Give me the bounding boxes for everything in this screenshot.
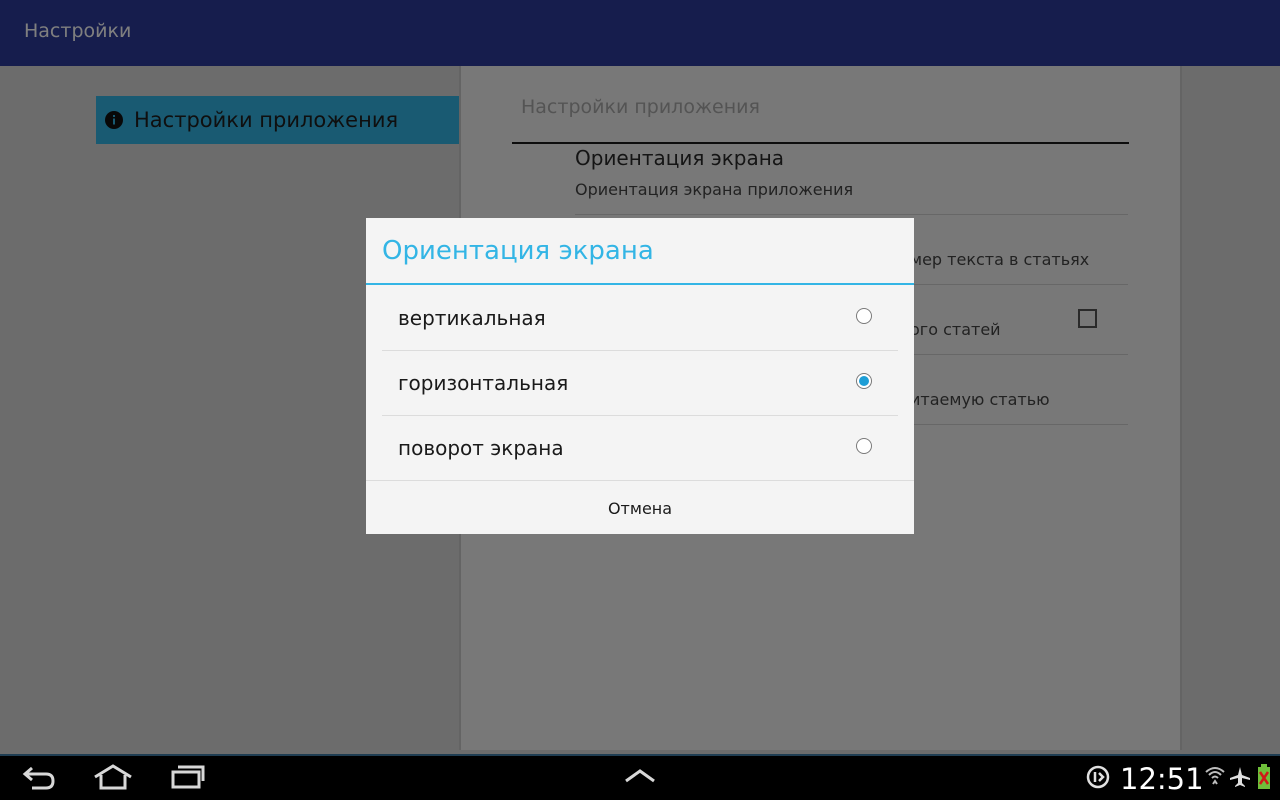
orientation-dialog: Ориентация экрана вертикальная горизонта… [366, 218, 914, 534]
airplane-icon [1230, 767, 1250, 787]
sync-off-icon [1086, 765, 1110, 789]
option-auto-rotate[interactable]: поворот экрана [382, 416, 898, 480]
chevron-up-icon[interactable] [624, 768, 656, 784]
option-label: поворот экрана [398, 436, 564, 460]
radio-button[interactable] [856, 438, 872, 454]
back-icon[interactable] [22, 765, 56, 791]
option-portrait[interactable]: вертикальная [382, 286, 898, 351]
cancel-button[interactable]: Отмена [366, 481, 914, 535]
option-landscape[interactable]: горизонтальная [382, 351, 898, 416]
option-label: вертикальная [398, 306, 546, 330]
battery-icon [1258, 764, 1270, 789]
home-icon[interactable] [92, 763, 134, 791]
clock: 12:51 [1120, 762, 1204, 796]
radio-button-checked[interactable] [856, 373, 872, 389]
dialog-button-bar: Отмена [366, 480, 914, 535]
dialog-title: Ориентация экрана [382, 236, 654, 266]
wifi-icon [1205, 767, 1225, 785]
radio-button[interactable] [856, 308, 872, 324]
system-bar: 12:51 [0, 754, 1280, 800]
option-label: горизонтальная [398, 371, 569, 395]
recent-apps-icon[interactable] [170, 764, 206, 790]
dialog-title-divider [366, 283, 914, 285]
system-bar-divider [0, 754, 1280, 756]
